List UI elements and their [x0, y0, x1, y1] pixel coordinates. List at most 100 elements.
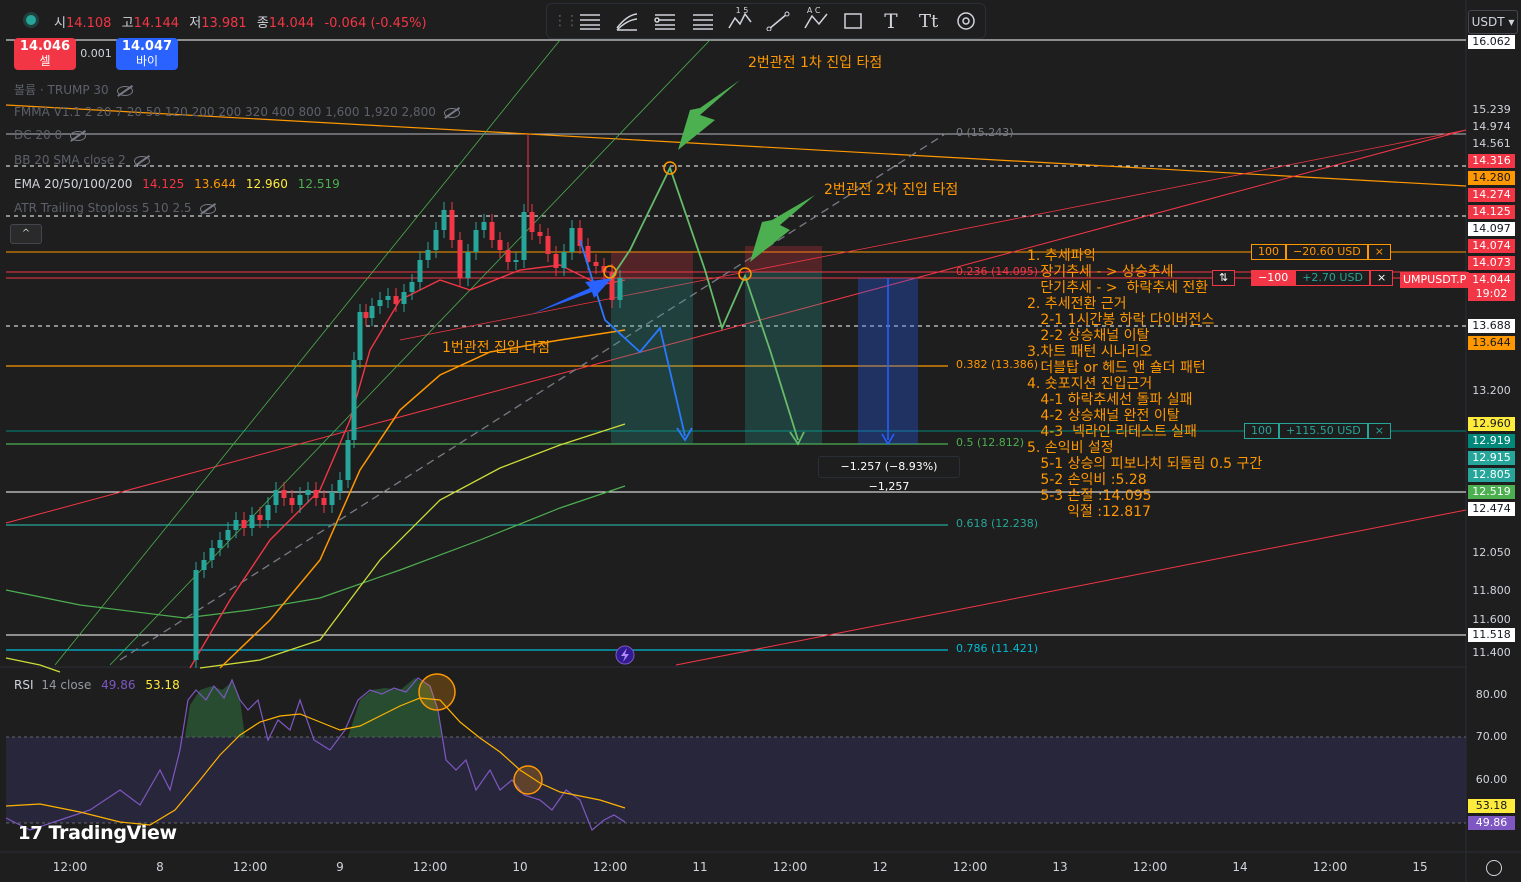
price-axis-label: 14.073 — [1468, 256, 1515, 270]
price-axis-label: 12.474 — [1468, 502, 1515, 516]
rsi-legend[interactable]: RSI 14 close 49.86 53.18 — [14, 678, 180, 692]
close-position-button[interactable]: × — [1369, 270, 1394, 286]
indicator-atr[interactable]: ATR Trailing Stoploss 5 10 2.5 — [14, 201, 216, 215]
candle-body — [521, 212, 527, 260]
indicator-dc[interactable]: DC 20 0 — [14, 128, 87, 142]
position-pnl: −20.60 USD — [1286, 244, 1368, 260]
price-chart-canvas[interactable] — [0, 0, 1521, 882]
collapse-indicators-button[interactable]: ^ — [10, 224, 42, 244]
candle-body — [217, 540, 223, 548]
candle-body — [545, 236, 551, 254]
tradingview-logo[interactable]: 17 TradingView — [18, 822, 177, 844]
ema-100-value: 12.960 — [245, 177, 288, 191]
candle-body — [377, 300, 383, 306]
settings-gear-icon[interactable] — [1486, 860, 1502, 876]
horizontal-lines-icon[interactable] — [571, 6, 609, 36]
pattern-icon[interactable] — [684, 6, 722, 36]
candle-body — [481, 222, 487, 230]
price-axis-label: 14.074 — [1468, 239, 1515, 253]
candle-body — [201, 560, 207, 570]
fib-level-label: 0.236 (14.095) — [956, 265, 1039, 278]
price-axis-label: 16.062 — [1468, 35, 1515, 49]
eye-hidden-icon[interactable] — [116, 85, 133, 96]
candle-body — [473, 230, 479, 252]
position-qty: 100 — [1251, 244, 1286, 260]
position-qty: 100 — [1244, 423, 1279, 439]
close-position-button[interactable]: × — [1367, 244, 1391, 260]
candle-body — [337, 480, 343, 492]
time-axis-label: 12:00 — [592, 860, 628, 874]
eye-hidden-icon[interactable] — [199, 203, 216, 214]
rsi-axis-label: 80.00 — [1475, 688, 1508, 701]
position-line-target[interactable]: 100 +115.50 USD × — [1244, 423, 1391, 439]
candle-body — [401, 292, 407, 304]
candle-body — [497, 240, 503, 250]
position-line-long[interactable]: 100 −20.60 USD × — [1251, 244, 1391, 260]
indicator-volume[interactable]: 볼륨 · TRUMP 30 — [14, 81, 133, 98]
candle-body — [457, 240, 463, 278]
rsi-params: 14 close — [41, 678, 92, 692]
rsi-axis-label: 70.00 — [1475, 730, 1508, 743]
buy-label: 바이 — [135, 54, 159, 68]
short-zone-2-target — [745, 272, 822, 444]
sell-button[interactable]: 14.046 셀 — [14, 38, 76, 70]
candle-body — [249, 515, 255, 528]
curve-lines-icon[interactable] — [609, 6, 647, 36]
candle-body — [257, 515, 263, 520]
price-axis-label: 11.800 — [1472, 584, 1511, 597]
candle-body — [489, 222, 495, 240]
eye-hidden-icon[interactable] — [443, 107, 460, 118]
candle-body — [193, 570, 199, 660]
currency-label: USDT — [1471, 15, 1505, 29]
candle-body — [441, 210, 447, 230]
price-axis-label: 13.688 — [1468, 319, 1515, 333]
time-axis-label: 12:00 — [772, 860, 808, 874]
indicator-fmma[interactable]: FMMA V1.1 2 20 7 20 50 120 200 200 320 4… — [14, 105, 460, 119]
abc-icon[interactable]: A C — [797, 6, 835, 36]
rsi-value: 49.86 — [101, 678, 136, 692]
position-qty: −100 — [1251, 270, 1296, 286]
buy-button[interactable]: 14.047 바이 — [116, 38, 178, 70]
settings-circle-icon[interactable] — [947, 6, 985, 36]
short-zone-1-risk — [611, 252, 693, 278]
close-position-button[interactable]: × — [1367, 423, 1391, 439]
drag-handle-icon[interactable]: ⋮⋮ — [553, 13, 579, 29]
fib-icon[interactable] — [646, 6, 684, 36]
flip-position-icon[interactable]: ⇅ — [1212, 270, 1236, 286]
low-value: 13.981 — [201, 16, 247, 31]
indicator-bb-label: BB 20 SMA close 2 — [14, 153, 126, 167]
candle-body — [329, 492, 335, 505]
candle-body — [513, 260, 519, 262]
indicator-ema[interactable]: EMA 20/50/100/200 14.125 13.644 12.960 1… — [14, 177, 340, 191]
annotation-entry2-first[interactable]: 2번관전 1차 진입 타점 — [748, 55, 882, 71]
position-flip-button[interactable]: ⇅ — [1212, 270, 1236, 286]
position-pnl: +2.70 USD — [1295, 270, 1370, 286]
position-line-short[interactable]: −100 +2.70 USD × — [1251, 270, 1394, 286]
eye-hidden-icon[interactable] — [133, 155, 150, 166]
rectangle-icon[interactable] — [834, 6, 872, 36]
candle-body — [537, 232, 543, 236]
fib-level-label: 0.382 (13.386) — [956, 358, 1039, 371]
candle-body — [357, 312, 363, 360]
analysis-line: 4-2 상승채널 완전 이탈 — [1027, 408, 1180, 424]
text-format-icon[interactable]: Tt — [910, 6, 948, 36]
time-axis-label: 12:00 — [952, 860, 988, 874]
spread-value: 0.001 — [80, 47, 112, 60]
trend-line-icon[interactable] — [759, 6, 797, 36]
analysis-line: 2-2 상승채널 이탈 — [1027, 328, 1150, 344]
text-icon[interactable]: T — [872, 6, 910, 36]
annotation-entry1[interactable]: 1번관전 진입 타점 — [442, 340, 550, 356]
wave-icon[interactable]: 1 5 — [722, 6, 760, 36]
analysis-line: 4-1 하락추세선 돌파 실패 — [1027, 392, 1193, 408]
analysis-text-block[interactable]: 1. 추세파악 장기추세 - > 상승추세 단기추세 - > 하락추세 전환 2.… — [1027, 248, 1262, 520]
price-axis-label: 14.097 — [1468, 222, 1515, 236]
fib-level-label: 0.618 (12.238) — [956, 517, 1039, 530]
time-axis-label: 12:00 — [1132, 860, 1168, 874]
eye-hidden-icon[interactable] — [70, 130, 87, 141]
annotation-entry2-second[interactable]: 2번관전 2차 진입 타점 — [824, 182, 958, 198]
currency-select[interactable]: USDT ▾ — [1468, 10, 1518, 34]
candle-body — [561, 252, 567, 268]
candle-body — [369, 306, 375, 318]
indicator-bb[interactable]: BB 20 SMA close 2 — [14, 153, 150, 167]
rsi-ma-value: 53.18 — [145, 678, 180, 692]
